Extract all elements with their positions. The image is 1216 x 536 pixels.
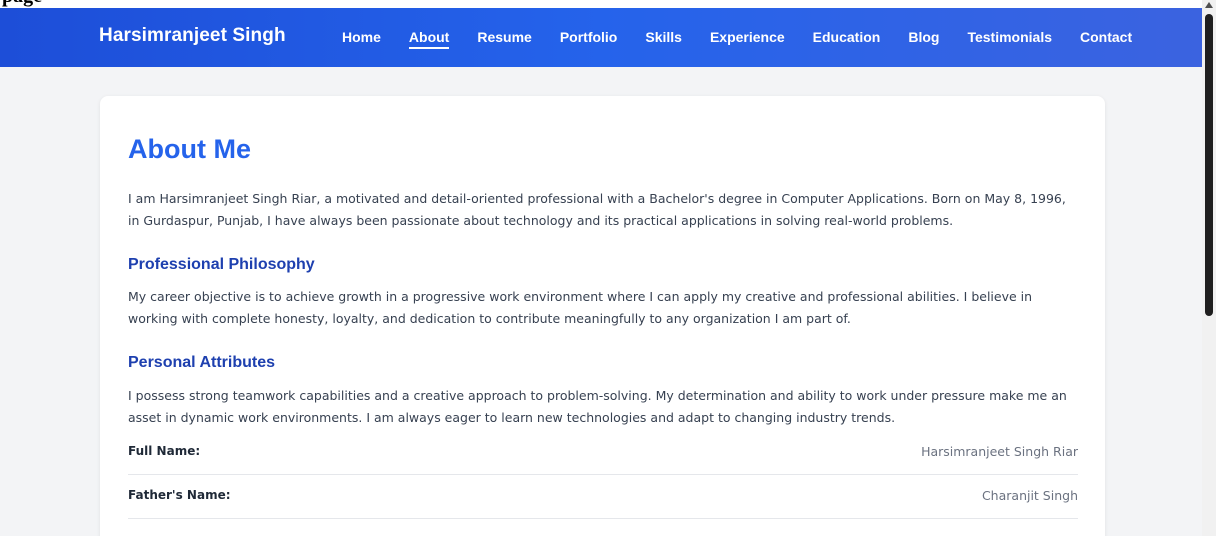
- attributes-heading: Personal Attributes: [128, 354, 275, 371]
- nav-testimonials[interactable]: Testimonials: [967, 8, 1052, 67]
- main-nav: Home About Resume Portfolio Skills Exper…: [342, 8, 1160, 67]
- nav-education[interactable]: Education: [813, 8, 881, 67]
- about-intro: I am Harsimranjeet Singh Riar, a motivat…: [128, 191, 1066, 228]
- philosophy-heading: Professional Philosophy: [128, 256, 315, 273]
- top-strip: [0, 0, 1202, 8]
- navbar: Harsimranjeet Singh Home About Resume Po…: [0, 8, 1202, 67]
- nav-resume[interactable]: Resume: [477, 8, 531, 67]
- info-value: Harsimranjeet Singh Riar: [921, 444, 1078, 459]
- nav-portfolio[interactable]: Portfolio: [560, 8, 618, 67]
- nav-experience[interactable]: Experience: [710, 8, 785, 67]
- nav-blog[interactable]: Blog: [908, 8, 939, 67]
- page: page Harsimranjeet Singh Home About Resu…: [0, 0, 1216, 536]
- scroll-thumb[interactable]: [1205, 14, 1213, 316]
- scroll-up-arrow-icon[interactable]: [1205, 2, 1213, 8]
- info-label: Full Name:: [128, 444, 201, 458]
- page-caption: page: [0, 0, 42, 8]
- nav-about[interactable]: About: [408, 8, 450, 67]
- vertical-scrollbar[interactable]: [1202, 0, 1216, 536]
- info-value: Charanjit Singh: [981, 488, 1078, 503]
- info-label: Father's Name:: [128, 488, 231, 502]
- philosophy-text: My career objective is to achieve growth…: [128, 289, 1033, 326]
- info-row-full-name: Full Name: Harsimranjeet Singh Riar: [128, 431, 1078, 475]
- attributes-text: I possess strong teamwork capabilities a…: [128, 388, 1067, 425]
- nav-contact[interactable]: Contact: [1080, 8, 1132, 67]
- brand-logo-text[interactable]: Harsimranjeet Singh: [99, 25, 286, 47]
- nav-skills[interactable]: Skills: [645, 8, 682, 67]
- about-title: About Me: [128, 134, 251, 164]
- about-card: About Me I am Harsimranjeet Singh Riar, …: [100, 96, 1105, 536]
- nav-home[interactable]: Home: [342, 8, 381, 67]
- info-row-fathers-name: Father's Name: Charanjit Singh: [128, 475, 1078, 519]
